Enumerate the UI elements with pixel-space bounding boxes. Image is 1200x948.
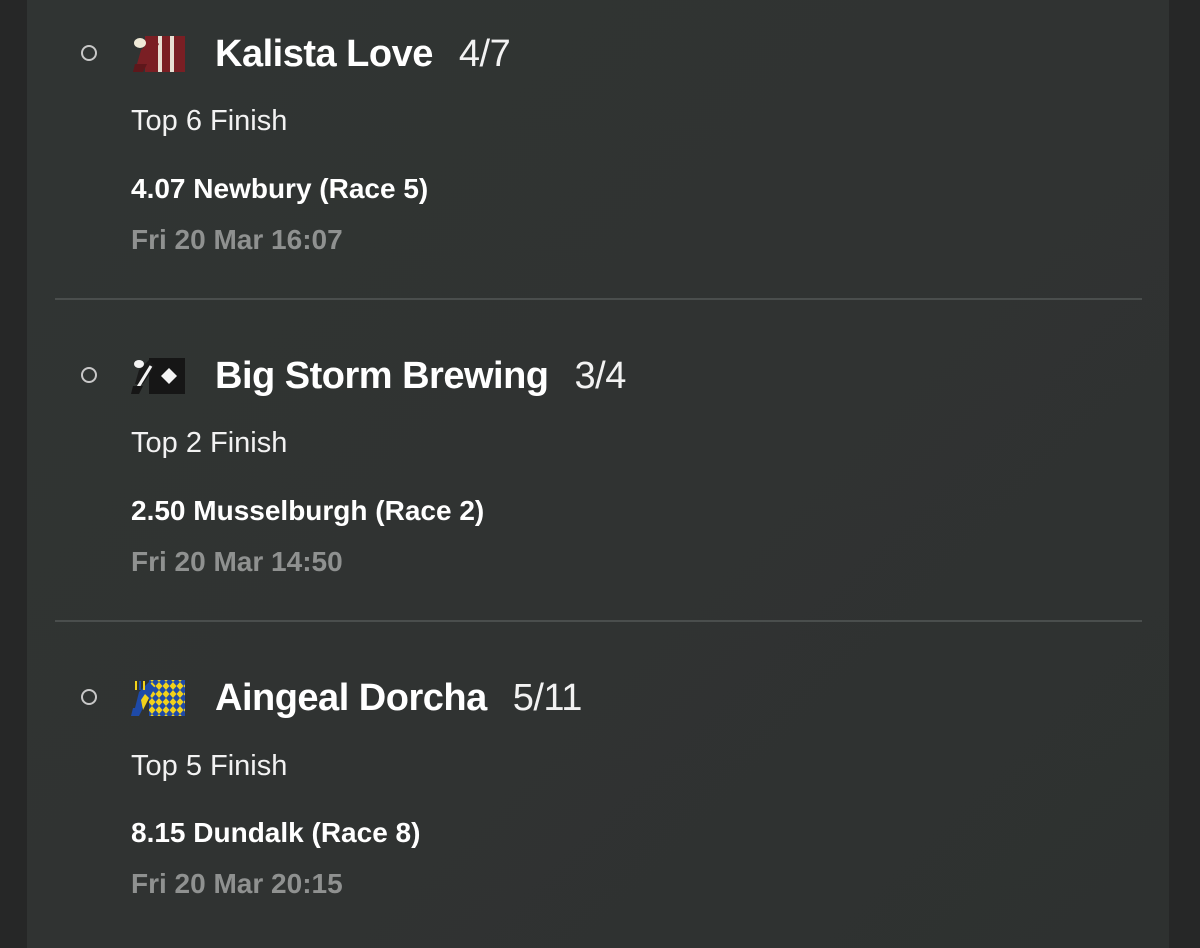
race-name[interactable]: 8.15 Dundalk (Race 8) — [131, 817, 420, 849]
market-label: Top 2 Finish — [131, 427, 288, 459]
race-datetime: Fri 20 Mar 14:50 — [131, 546, 343, 577]
divider — [55, 298, 1142, 300]
selection-radio[interactable] — [81, 689, 97, 705]
horse-name: Kalista Love — [215, 33, 433, 75]
jockey-silks-maroon-stripes-icon — [133, 36, 185, 72]
race-name[interactable]: 4.07 Newbury (Race 5) — [131, 173, 428, 205]
market-label: Top 6 Finish — [131, 105, 288, 137]
odds-price[interactable]: 5/11 — [513, 677, 583, 719]
race-datetime: Fri 20 Mar 16:07 — [131, 224, 343, 255]
race-name[interactable]: 2.50 Musselburgh (Race 2) — [131, 495, 484, 527]
bet-selections-panel: Kalista Love 4/7 Top 6 Finish 4.07 Newbur… — [27, 0, 1169, 948]
market-label: Top 5 Finish — [131, 750, 288, 782]
divider — [55, 620, 1142, 622]
horse-name: Big Storm Brewing — [215, 355, 549, 397]
odds-price[interactable]: 3/4 — [575, 355, 627, 397]
race-datetime: Fri 20 Mar 20:15 — [131, 868, 343, 899]
horse-name: Aingeal Dorcha — [215, 677, 487, 719]
odds-price[interactable]: 4/7 — [459, 33, 511, 75]
jockey-silks-yellow-blue-diamonds-icon — [131, 680, 185, 716]
selection-radio[interactable] — [81, 367, 97, 383]
jockey-silks-black-white-diamond-icon — [131, 358, 185, 394]
selection-radio[interactable] — [81, 45, 97, 61]
